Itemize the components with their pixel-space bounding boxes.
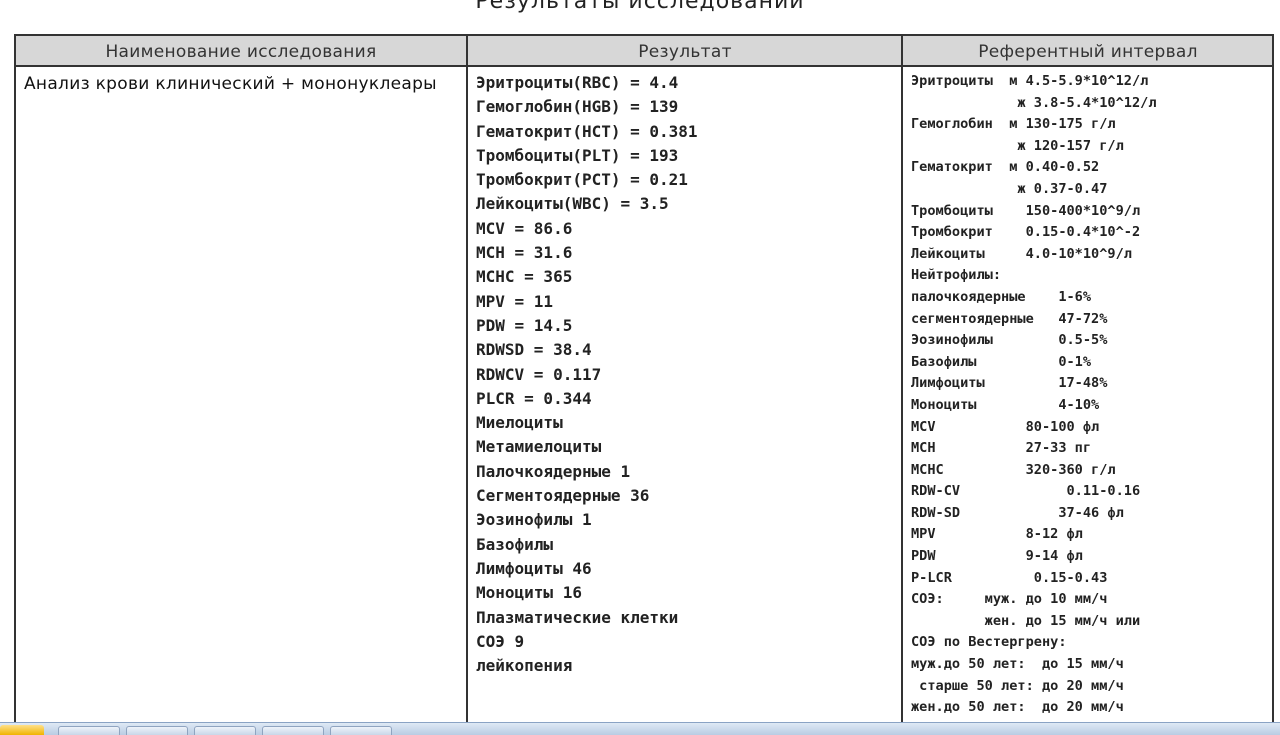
reference-item: жен. до 15 мм/ч или: [911, 612, 1141, 629]
result-item: MCH = 31.6: [476, 243, 573, 263]
result-item: RDWSD = 38.4: [476, 340, 592, 360]
reference-item: Нейтрофилы:: [911, 267, 1002, 284]
reference-list: Эритроциты м 4.5-5.9*10^12/л ж 3.8-5.4*1…: [911, 71, 1266, 719]
result-item: Тромбоциты(PLT) = 193: [476, 145, 679, 165]
result-item: Базофилы: [476, 534, 554, 554]
reference-item: Гематокрит м 0.40-0.52: [911, 159, 1100, 176]
reference-item: Эозинофилы 0.5-5%: [911, 332, 1108, 349]
reference-item: MCV 80-100 фл: [911, 418, 1100, 435]
result-item: PDW = 14.5: [476, 315, 573, 335]
reference-item: Лейкоциты 4.0-10*10^9/л: [911, 245, 1132, 262]
result-item: MCV = 86.6: [476, 218, 573, 238]
result-item: Сегментоядерные 36: [476, 486, 650, 506]
reference-item: MCH 27-33 пг: [911, 440, 1092, 457]
reference-item: MPV 8-12 фл: [911, 526, 1083, 543]
reference-item: P-LCR 0.15-0.43: [911, 569, 1108, 586]
taskbar: [0, 722, 1280, 735]
result-item: Метамиелоциты: [476, 437, 602, 457]
reference-item: ж 3.8-5.4*10^12/л: [911, 94, 1157, 111]
result-item: Моноциты 16: [476, 583, 582, 603]
reference-item: RDW-CV 0.11-0.16: [911, 483, 1141, 500]
result-item: Эозинофилы 1: [476, 510, 592, 530]
result-item: MCHC = 365: [476, 267, 573, 287]
table-header-row: Наименование исследования Результат Рефе…: [16, 36, 1272, 67]
result-item: Лимфоциты 46: [476, 558, 592, 578]
reference-item: RDW-SD 37-46 фл: [911, 504, 1124, 521]
result-item: Тромбокрит(PCT) = 0.21: [476, 170, 688, 190]
reference-item: Эритроциты м 4.5-5.9*10^12/л: [911, 73, 1149, 89]
column-divider: [466, 36, 468, 724]
reference-item: PDW 9-14 фл: [911, 548, 1083, 565]
result-item: Миелоциты: [476, 413, 563, 433]
result-item: Плазматические клетки: [476, 607, 679, 627]
result-item: MPV = 11: [476, 291, 554, 311]
result-item: СОЭ 9: [476, 631, 525, 651]
reference-item: палочкоядерные 1-6%: [911, 288, 1092, 305]
column-divider: [901, 36, 903, 724]
reference-item: ж 120-157 г/л: [911, 137, 1124, 154]
reference-item: старше 50 лет: до 20 мм/ч: [911, 677, 1124, 694]
reference-item: СОЭ: муж. до 10 мм/ч: [911, 591, 1108, 608]
result-item: Гемоглобин(HGB) = 139: [476, 97, 679, 117]
reference-item: жен.до 50 лет: до 20 мм/ч: [911, 699, 1124, 716]
results-table: Наименование исследования Результат Рефе…: [14, 34, 1274, 726]
result-item: RDWCV = 0.117: [476, 364, 602, 384]
reference-item: Базофилы 0-1%: [911, 353, 1092, 370]
reference-item: Тромбокрит 0.15-0.4*10^-2: [911, 224, 1141, 241]
reference-item: Лимфоциты 17-48%: [911, 375, 1108, 392]
header-result: Результат: [638, 42, 732, 62]
result-item: Эритроциты(RBC) = 4.4: [476, 73, 679, 92]
result-item: Палочкоядерные 1: [476, 461, 631, 481]
header-reference: Референтный интервал: [978, 42, 1198, 62]
header-test-name: Наименование исследования: [105, 42, 377, 62]
reference-item: Гемоглобин м 130-175 г/л: [911, 116, 1116, 133]
reference-item: муж.до 50 лет: до 15 мм/ч: [911, 656, 1124, 673]
result-item: лейкопения: [476, 656, 573, 676]
page-title: Результаты исследований: [475, 0, 805, 14]
result-item: Гематокрит(HCT) = 0.381: [476, 121, 698, 141]
reference-item: СОЭ по Вестергрену:: [911, 634, 1067, 651]
results-list: Эритроциты(RBC) = 4.4 Гемоглобин(HGB) = 1…: [476, 72, 896, 679]
test-name-cell: Анализ крови клинический + мононуклеары: [24, 74, 437, 94]
result-item: Лейкоциты(WBC) = 3.5: [476, 194, 669, 214]
reference-item: Моноциты 4-10%: [911, 396, 1100, 413]
reference-item: Тромбоциты 150-400*10^9/л: [911, 202, 1141, 219]
reference-item: сегментоядерные 47-72%: [911, 310, 1108, 327]
reference-item: ж 0.37-0.47: [911, 180, 1108, 197]
result-item: PLCR = 0.344: [476, 388, 592, 408]
reference-item: MCHC 320-360 г/л: [911, 461, 1116, 478]
